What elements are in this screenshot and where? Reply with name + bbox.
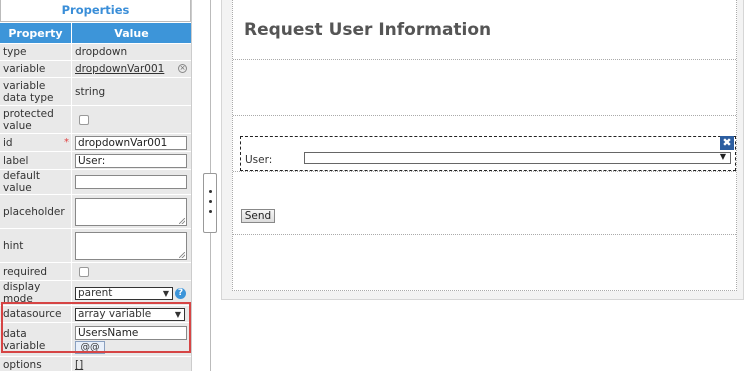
dropdown-row[interactable]: User: ▼ ✖ bbox=[233, 60, 736, 171]
display-mode-cell: parent ▼ ? bbox=[72, 281, 191, 305]
default-value-cell bbox=[72, 170, 191, 194]
help-icon[interactable]: ? bbox=[175, 287, 186, 299]
send-button[interactable]: Send bbox=[241, 209, 275, 223]
options-link[interactable]: [] bbox=[75, 359, 83, 371]
data-variable-input[interactable]: UsersName bbox=[75, 325, 187, 340]
id-label: id bbox=[3, 136, 13, 149]
handle-dot bbox=[209, 190, 212, 193]
type-label: type bbox=[0, 44, 72, 60]
handle-dot bbox=[209, 200, 212, 203]
chevron-down-icon: ▼ bbox=[162, 288, 169, 298]
form-designer: Request User Information User: ▼ ✖ Send bbox=[232, 0, 737, 291]
display-mode-label: display mode bbox=[0, 281, 72, 305]
properties-panel: Properties Property Value type dropdown … bbox=[0, 0, 192, 371]
hint-textarea[interactable] bbox=[75, 231, 187, 260]
placeholder-label: placeholder bbox=[0, 195, 72, 228]
empty-row[interactable] bbox=[233, 116, 736, 172]
button-row[interactable]: Send bbox=[233, 172, 736, 235]
type-value: dropdown bbox=[72, 44, 191, 60]
label-label: label bbox=[0, 152, 72, 169]
options-cell: [] bbox=[72, 357, 191, 371]
data-type-value: string bbox=[72, 78, 191, 105]
data-variable-cell: UsersName @@ bbox=[72, 323, 191, 356]
default-value-input[interactable] bbox=[75, 175, 187, 189]
form-title: Request User Information bbox=[244, 20, 492, 40]
property-column-header: Property bbox=[0, 23, 72, 43]
required-cell bbox=[72, 263, 191, 280]
empty-row[interactable] bbox=[233, 235, 736, 291]
hint-cell bbox=[72, 229, 191, 262]
handle-dot bbox=[209, 210, 212, 213]
display-mode-value: parent bbox=[78, 286, 113, 299]
data-type-label: variable data type bbox=[0, 78, 72, 105]
options-label: options bbox=[0, 357, 72, 371]
insert-variable-button[interactable]: @@ bbox=[75, 340, 105, 354]
form-preview-area: Request User Information User: ▼ ✖ Send bbox=[219, 0, 754, 371]
protected-value-label: protected value bbox=[0, 106, 72, 133]
value-column-header: Value bbox=[72, 23, 191, 43]
protected-value-cell bbox=[72, 106, 191, 133]
default-value-label: default value bbox=[0, 170, 72, 194]
properties-title: Properties bbox=[0, 0, 191, 22]
form-canvas: Request User Information User: ▼ ✖ Send bbox=[221, 0, 744, 300]
hint-label: hint bbox=[0, 229, 72, 262]
datasource-select[interactable]: array variable ▼ bbox=[75, 307, 185, 321]
label-input[interactable]: User: bbox=[75, 153, 187, 168]
id-input[interactable]: dropdownVar001 bbox=[75, 135, 187, 150]
datasource-value: array variable bbox=[78, 307, 152, 320]
variable-label: variable bbox=[0, 61, 72, 77]
splitter-handle[interactable] bbox=[203, 173, 217, 233]
variable-cell: dropdownVar001 × bbox=[72, 61, 191, 77]
clear-variable-icon[interactable]: × bbox=[178, 64, 187, 73]
placeholder-textarea[interactable] bbox=[75, 197, 187, 226]
data-variable-label: data variable bbox=[0, 323, 72, 356]
label-cell: User: bbox=[72, 152, 191, 169]
datasource-cell: array variable ▼ bbox=[72, 306, 191, 322]
placeholder-cell bbox=[72, 195, 191, 228]
datasource-label: datasource bbox=[0, 306, 72, 322]
display-mode-select[interactable]: parent ▼ bbox=[75, 286, 173, 300]
title-row[interactable]: Request User Information bbox=[233, 0, 736, 60]
chevron-down-icon: ▼ bbox=[174, 309, 181, 319]
required-asterisk: * bbox=[64, 137, 69, 148]
id-cell: dropdownVar001 bbox=[72, 134, 191, 151]
required-checkbox[interactable] bbox=[79, 266, 89, 277]
protected-value-checkbox[interactable] bbox=[79, 114, 89, 125]
required-label: required bbox=[0, 263, 72, 280]
id-label-cell: id * bbox=[0, 134, 72, 151]
properties-table: Property Value type dropdown variable dr… bbox=[0, 22, 191, 371]
variable-link[interactable]: dropdownVar001 bbox=[75, 63, 164, 75]
